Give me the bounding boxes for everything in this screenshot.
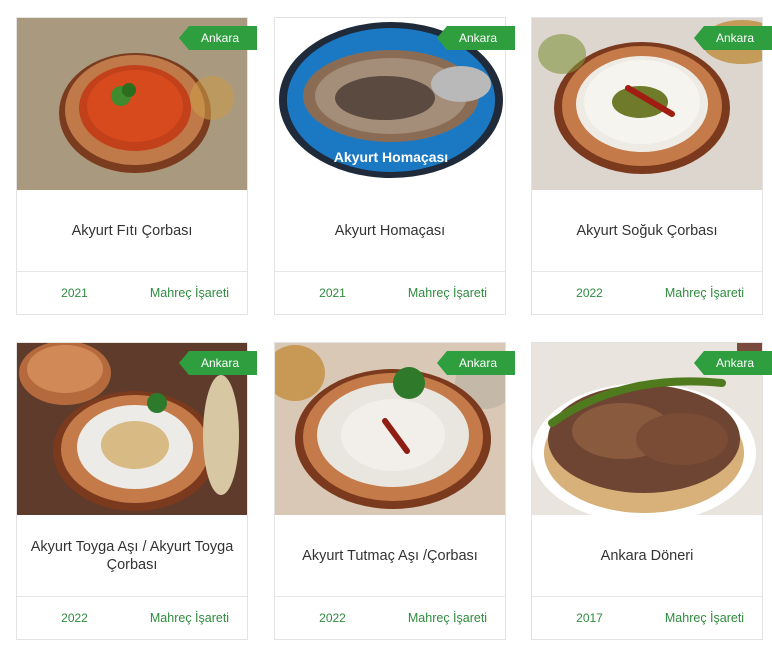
geo-indication-label[interactable]: Mahreç İşareti — [132, 611, 247, 625]
region-ribbon: Ankara — [436, 26, 515, 50]
registration-year: 2022 — [576, 286, 603, 300]
region-ribbon: Ankara — [693, 351, 772, 375]
product-card[interactable]: Ankara Ankara Döneri 2017 Mahreç İşareti — [531, 342, 772, 640]
product-card[interactable]: Akyurt Homaçası Ankara Akyurt Homaçası 2… — [274, 17, 515, 315]
geo-indication-label[interactable]: Mahreç İşareti — [647, 611, 762, 625]
product-card[interactable]: Ankara Akyurt Fıtı Çorbası 2021 Mahreç İ… — [16, 17, 257, 315]
card-footer: 2017 Mahreç İşareti — [532, 596, 762, 639]
region-ribbon: Ankara — [178, 26, 257, 50]
card-footer: 2022 Mahreç İşareti — [17, 596, 247, 639]
geo-indication-label[interactable]: Mahreç İşareti — [647, 286, 762, 300]
card-title[interactable]: Akyurt Fıtı Çorbası — [27, 190, 237, 272]
card-title[interactable]: Akyurt Homaçası — [285, 190, 495, 272]
geo-indication-label[interactable]: Mahreç İşareti — [132, 286, 247, 300]
card-title[interactable]: Akyurt Toyga Aşı / Akyurt Toyga Çorbası — [27, 515, 237, 597]
card-footer: 2021 Mahreç İşareti — [275, 271, 505, 314]
registration-year: 2022 — [319, 611, 346, 625]
geo-indication-label[interactable]: Mahreç İşareti — [390, 611, 505, 625]
registration-year: 2021 — [319, 286, 346, 300]
region-ribbon: Ankara — [436, 351, 515, 375]
card-footer: 2021 Mahreç İşareti — [17, 271, 247, 314]
product-card[interactable]: Ankara Akyurt Tutmaç Aşı /Çorbası 2022 M… — [274, 342, 515, 640]
registration-year: 2021 — [61, 286, 88, 300]
region-ribbon: Ankara — [178, 351, 257, 375]
registration-year: 2017 — [576, 611, 603, 625]
card-title[interactable]: Akyurt Soğuk Çorbası — [542, 190, 752, 272]
product-card[interactable]: Ankara Akyurt Toyga Aşı / Akyurt Toyga Ç… — [16, 342, 257, 640]
region-ribbon: Ankara — [693, 26, 772, 50]
card-footer: 2022 Mahreç İşareti — [275, 596, 505, 639]
card-title[interactable]: Ankara Döneri — [542, 515, 752, 597]
card-title[interactable]: Akyurt Tutmaç Aşı /Çorbası — [285, 515, 495, 597]
geo-indication-label[interactable]: Mahreç İşareti — [390, 286, 505, 300]
image-caption: Akyurt Homaçası — [334, 149, 448, 165]
product-card[interactable]: Ankara Akyurt Soğuk Çorbası 2022 Mahreç … — [531, 17, 772, 315]
registration-year: 2022 — [61, 611, 88, 625]
card-footer: 2022 Mahreç İşareti — [532, 271, 762, 314]
